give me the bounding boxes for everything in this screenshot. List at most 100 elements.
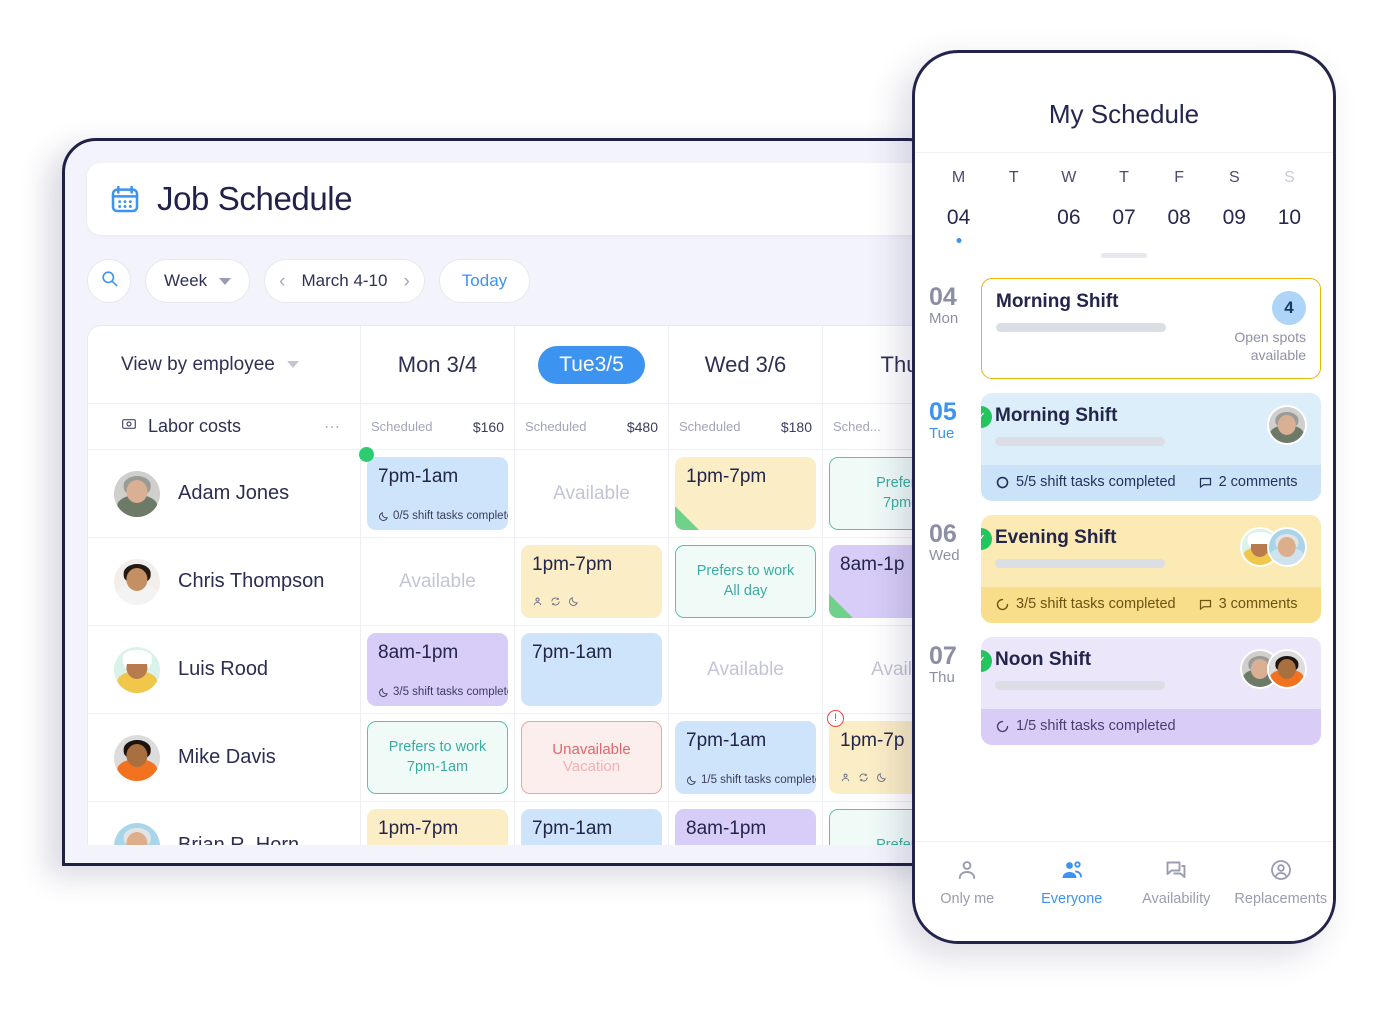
nav-tab-replacements[interactable]: Replacements [1229, 858, 1334, 907]
weekday-number[interactable]: 08 [1152, 195, 1207, 241]
shift-chip[interactable]: 7pm-1am 1/5 shift tasks completed [675, 721, 816, 794]
schedule-cell[interactable]: 1pm-7pm [361, 802, 515, 845]
list-item: 04 Mon Morning Shift 4 Open spots availab… [929, 278, 1321, 379]
shift-day-name: Wed [929, 547, 960, 565]
preference-chip[interactable]: Prefers to work All day [675, 545, 816, 618]
shift-card-footer: 5/5 shift tasks completed 2 comments [981, 465, 1321, 501]
nav-tab-everyone[interactable]: Everyone [1020, 858, 1125, 907]
shift-chip[interactable]: 1pm-7pm [675, 457, 816, 530]
weekday-number[interactable]: 06 [1041, 195, 1096, 241]
ellipsis-icon[interactable]: ⋯ [324, 417, 342, 437]
shift-card[interactable]: Morning Shift 4 Open spots available [981, 278, 1321, 379]
shift-time: 7pm-1am [378, 466, 459, 487]
schedule-cell[interactable]: Available [515, 450, 669, 538]
schedule-cell[interactable]: Available [361, 538, 515, 626]
schedule-cell[interactable]: 1pm-7pm [669, 450, 823, 538]
cost-amount: $160 [472, 418, 504, 435]
available-label: Available [399, 570, 476, 592]
moon-icon [876, 772, 887, 786]
employee-cell[interactable]: Luis Rood [88, 626, 361, 714]
shift-chip[interactable]: 7pm-1am [521, 633, 662, 706]
shift-day-name: Tue [929, 425, 955, 443]
weekday-number[interactable]: 07 [1096, 195, 1151, 241]
employee-cell[interactable]: Mike Davis [88, 714, 361, 802]
shift-card[interactable]: ✓ Morning Shift 5/5 shift tasks complete… [981, 393, 1321, 501]
shift-comments[interactable]: 2 comments [1198, 474, 1298, 490]
shift-title: Morning Shift [995, 405, 1118, 426]
schedule-cell[interactable]: 7pm-1am 1/5 shift tasks completed [669, 714, 823, 802]
preference-chip[interactable]: Prefers to work 7pm-1am [367, 721, 508, 794]
schedule-cell[interactable]: 7pm-1am [515, 802, 669, 845]
labor-costs-label: Labor costs [148, 416, 242, 436]
person-icon [915, 858, 1020, 882]
chevron-right-icon[interactable]: › [403, 272, 409, 291]
warning-icon[interactable]: ! [827, 710, 844, 727]
drag-handle[interactable] [1101, 253, 1147, 258]
open-spots-label: Open spots available [1234, 329, 1306, 363]
employee-cell[interactable]: Chris Thompson [88, 538, 361, 626]
view-by-employee-dropdown[interactable]: View by employee [88, 326, 361, 404]
chevron-left-icon[interactable]: ‹ [279, 272, 285, 291]
schedule-cell[interactable]: Unavailable Vacation [515, 714, 669, 802]
open-spots-badge: 4 Open spots available [1234, 291, 1306, 364]
avatar-chris-thompson [114, 558, 160, 605]
employee-cell[interactable]: Adam Jones [88, 450, 361, 538]
date-range-selector[interactable]: ‹ March 4-10 › [264, 259, 425, 303]
shift-chip[interactable]: 1pm-7pm [367, 809, 508, 845]
avatar-adam-jones [114, 470, 160, 517]
shift-chip[interactable]: 7pm-1am [521, 809, 662, 845]
weekday-number[interactable]: 04 [931, 195, 986, 243]
nav-tab-only-me[interactable]: Only me [915, 858, 1020, 907]
shift-date: 04 Mon [929, 278, 973, 379]
shift-detail-placeholder [995, 437, 1165, 446]
weekday-number[interactable]: 09 [1207, 195, 1262, 241]
shift-title: Morning Shift [996, 291, 1119, 312]
schedule-cell[interactable]: 8am-1pm 3/5 shift tasks completed [361, 626, 515, 714]
labor-cost-mon: Scheduled $160 [361, 404, 515, 450]
nav-tab-availability[interactable]: Availability [1124, 858, 1229, 907]
today-button[interactable]: Today [438, 259, 531, 303]
shift-card[interactable]: ✓ Noon Shift 1/5 shift tasks completed [981, 637, 1321, 745]
schedule-grid: View by employee Mon 3/4 Tue3/5 Wed 3/6 … [87, 325, 939, 845]
shift-chip[interactable]: 8am-1pm [675, 809, 816, 845]
avatar-luis-rood [114, 646, 160, 693]
calendar-icon [109, 183, 141, 215]
view-mode-dropdown[interactable]: Week [145, 259, 251, 303]
page-title: Job Schedule [157, 180, 353, 217]
nav-tab-label: Only me [940, 891, 995, 907]
today-label: Today [461, 271, 508, 290]
shift-card[interactable]: ✓ Evening Shift 3/5 shift tasks complete… [981, 515, 1321, 623]
search-icon [100, 269, 119, 293]
weekday-number[interactable]: 10 [1262, 195, 1317, 241]
mobile-page-title: My Schedule [1048, 99, 1200, 129]
money-icon [121, 416, 137, 437]
screenshot-stage: Job Schedule Week ‹ March 4-10 › Today V… [0, 0, 1400, 1023]
schedule-cell[interactable]: Available [669, 626, 823, 714]
shift-chip[interactable]: 8am-1pm 3/5 shift tasks completed [367, 633, 508, 706]
day-header-tue[interactable]: Tue3/5 [515, 326, 669, 404]
weekday-number[interactable]: 05 [986, 195, 1041, 241]
shift-tasks-status: 1/5 shift tasks completed [995, 718, 1176, 734]
shift-title: Evening Shift [995, 527, 1117, 548]
schedule-cell[interactable]: Prefers to work All day [669, 538, 823, 626]
nav-tab-label: Replacements [1234, 891, 1328, 907]
shift-day-number: 04 [929, 283, 957, 311]
schedule-cell[interactable]: Prefers to work 7pm-1am [361, 714, 515, 802]
day-header-wed[interactable]: Wed 3/6 [669, 326, 823, 404]
unavailable-chip[interactable]: Unavailable Vacation [521, 721, 662, 794]
search-button[interactable] [87, 259, 131, 303]
shift-chip[interactable]: 1pm-7pm [521, 545, 662, 618]
shift-chip[interactable]: 7pm-1am 0/5 shift tasks completed [367, 457, 508, 530]
shift-date: 06 Wed [929, 515, 973, 623]
shift-comments[interactable]: 3 comments [1198, 596, 1298, 612]
avatar-brian-horn [114, 822, 160, 845]
schedule-cell[interactable]: 1pm-7pm [515, 538, 669, 626]
shift-time: 8am-1pm [378, 642, 459, 663]
schedule-cell[interactable]: 7pm-1am 0/5 shift tasks completed [359, 447, 515, 538]
schedule-cell[interactable]: 8am-1pm [669, 802, 823, 845]
employee-cell[interactable]: Brian R. Horn [88, 802, 361, 845]
schedule-cell[interactable]: 7pm-1am [515, 626, 669, 714]
employee-name: Adam Jones [178, 482, 290, 504]
chevron-down-icon [219, 277, 232, 285]
day-header-mon[interactable]: Mon 3/4 [361, 326, 515, 404]
